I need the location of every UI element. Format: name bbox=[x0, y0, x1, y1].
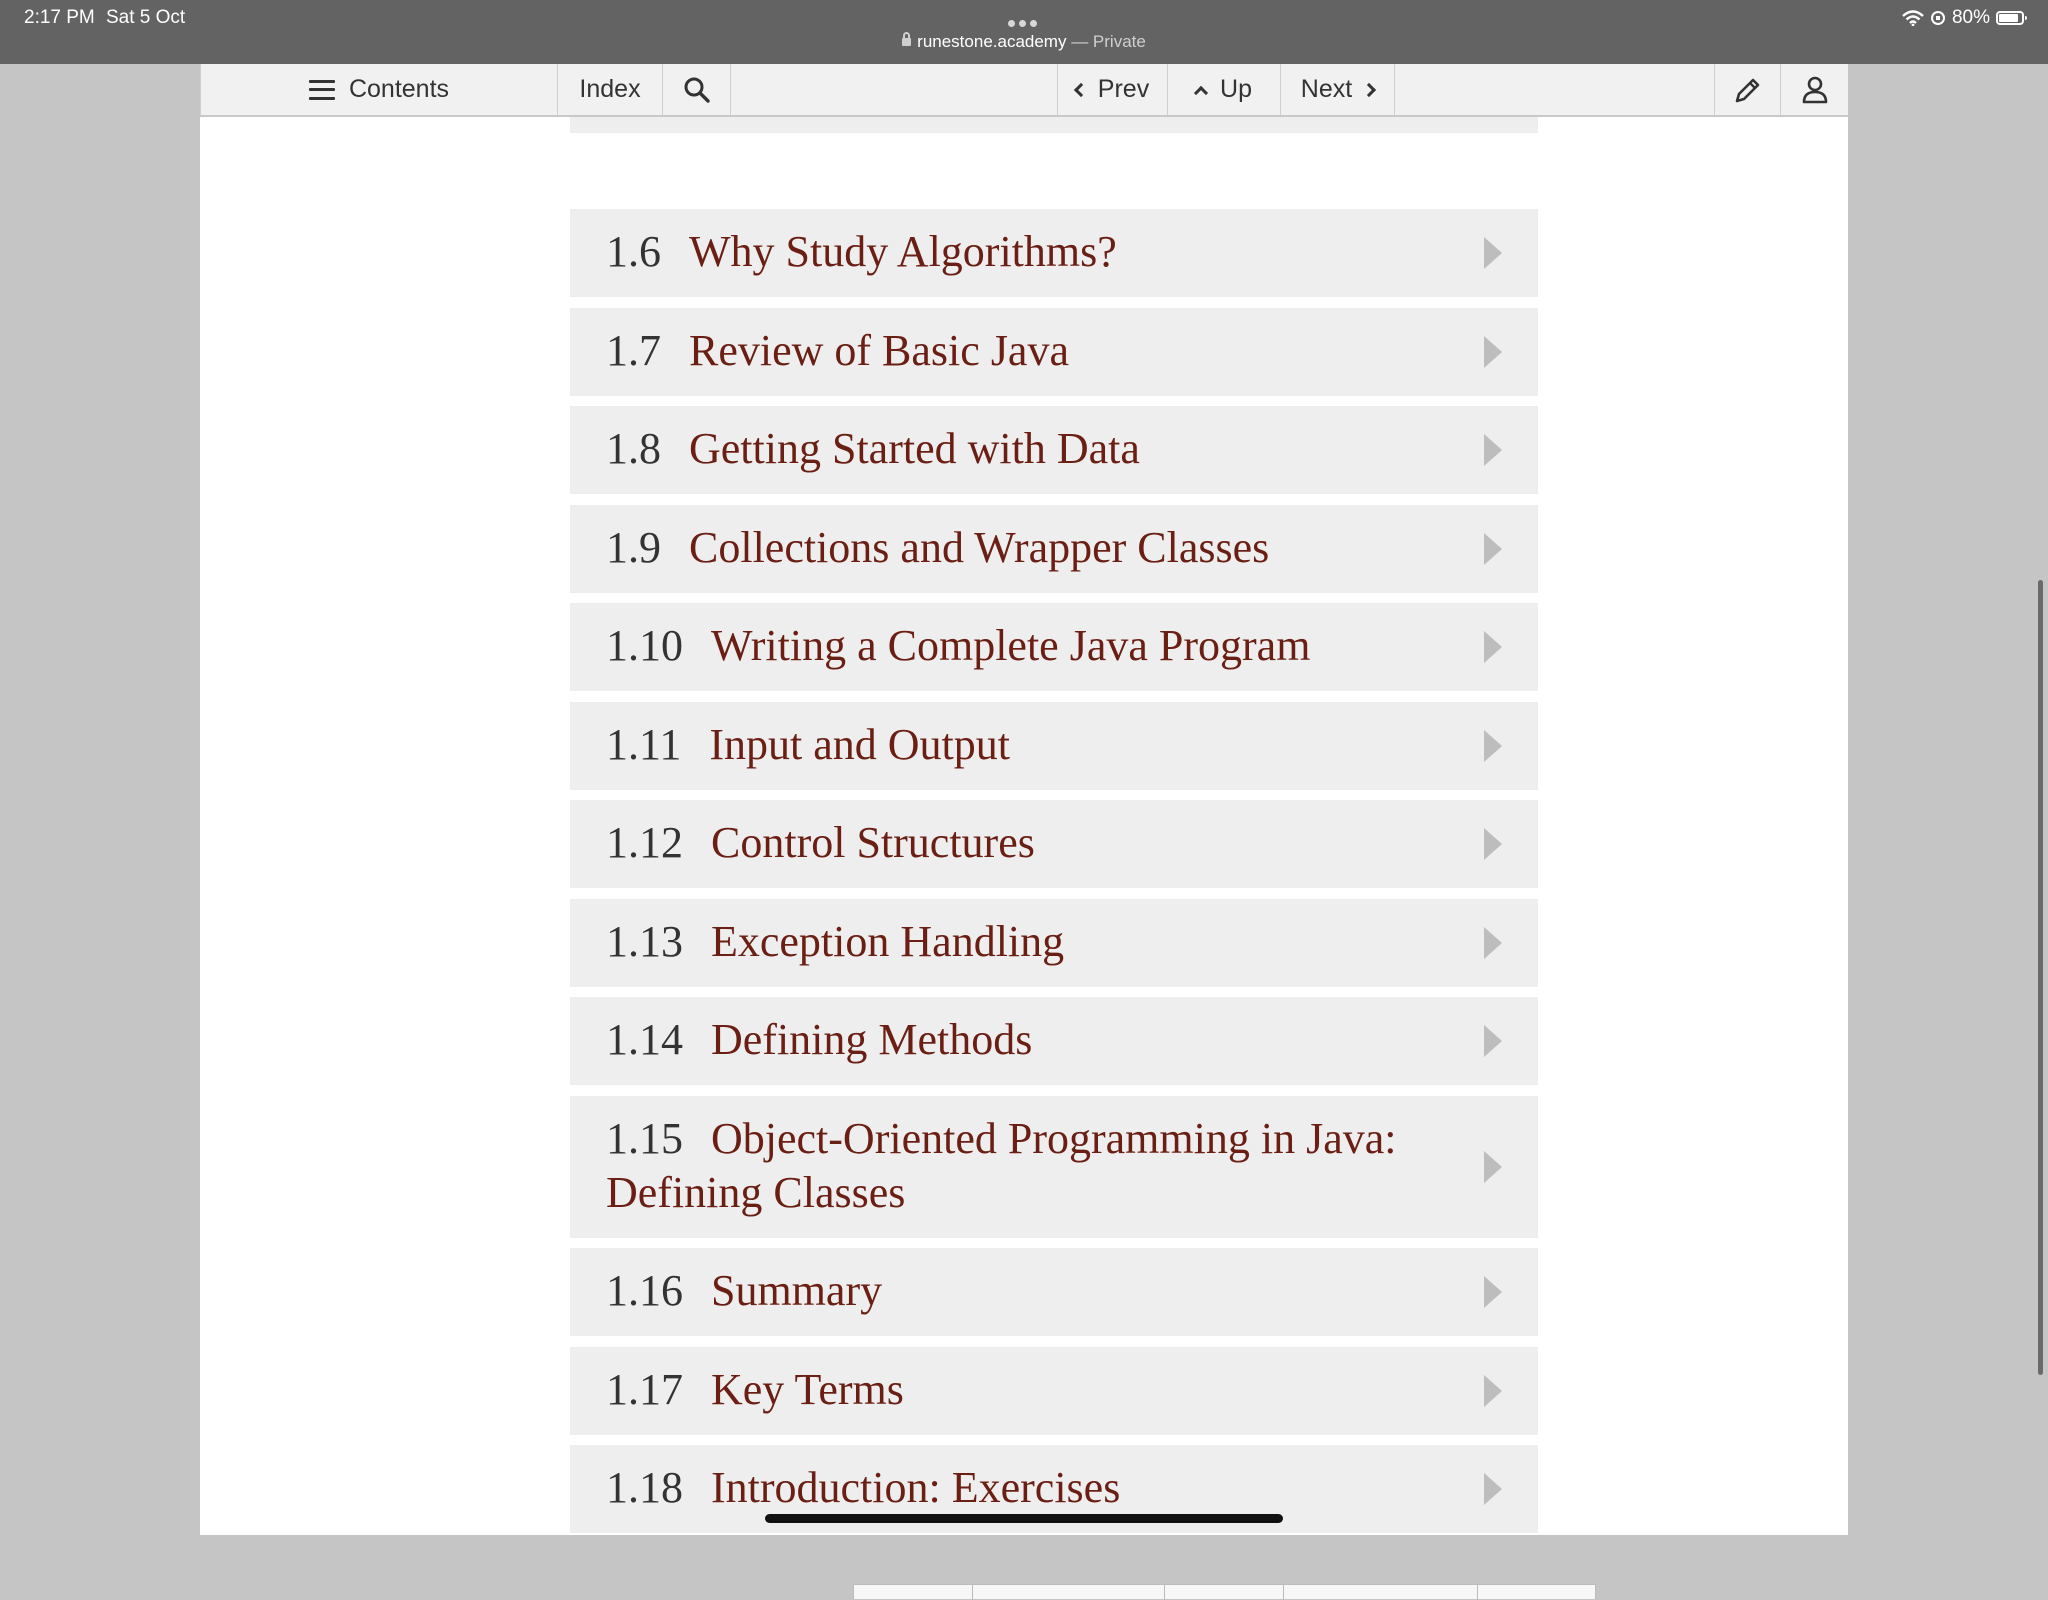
orientation-lock-icon bbox=[1930, 11, 1945, 25]
up-button[interactable]: Up bbox=[1168, 64, 1281, 115]
url-text: runestone.academy bbox=[917, 32, 1067, 51]
search-button[interactable] bbox=[663, 64, 731, 115]
user-icon bbox=[1802, 76, 1827, 103]
toc-item[interactable]: 1.10 Writing a Complete Java Program bbox=[570, 603, 1538, 691]
toc-item-title[interactable]: Summary bbox=[711, 1266, 882, 1315]
scrollbar[interactable] bbox=[2038, 580, 2043, 1375]
next-label: Next bbox=[1300, 75, 1353, 103]
toc-item[interactable]: 1.12 Control Structures bbox=[570, 800, 1538, 888]
chevron-left-icon bbox=[1073, 82, 1088, 97]
prev-label: Prev bbox=[1097, 75, 1150, 103]
book-toolbar: Contents Index Prev Up Next bbox=[200, 64, 1848, 117]
user-button[interactable] bbox=[1781, 64, 1848, 115]
expand-arrow-icon[interactable] bbox=[1484, 434, 1502, 466]
expand-arrow-icon[interactable] bbox=[1484, 336, 1502, 368]
expand-arrow-icon[interactable] bbox=[1484, 1276, 1502, 1308]
expand-arrow-icon[interactable] bbox=[1484, 631, 1502, 663]
expand-arrow-icon[interactable] bbox=[1484, 1375, 1502, 1407]
expand-arrow-icon[interactable] bbox=[1484, 828, 1502, 860]
toc-item[interactable]: 1.16 Summary bbox=[570, 1248, 1538, 1336]
toc-item[interactable]: 1.9 Collections and Wrapper Classes bbox=[570, 505, 1538, 593]
toc-item-number: 1.18 bbox=[606, 1463, 683, 1512]
toc-item-title[interactable]: Defining Methods bbox=[711, 1015, 1032, 1064]
toc-item-number: 1.6 bbox=[606, 227, 661, 276]
expand-arrow-icon[interactable] bbox=[1484, 1025, 1502, 1057]
toc-item[interactable]: 1.13 Exception Handling bbox=[570, 899, 1538, 987]
toc-item[interactable]: 1.15 Object-Oriented Programming in Java:… bbox=[570, 1096, 1538, 1238]
lock-icon bbox=[902, 32, 912, 46]
wifi-icon bbox=[1902, 10, 1924, 26]
toc-item[interactable]: 1.6 Why Study Algorithms? bbox=[570, 209, 1538, 297]
battery-icon bbox=[1996, 11, 2027, 25]
chevron-up-icon bbox=[1193, 85, 1209, 100]
address-bar[interactable]: runestone.academy — Private bbox=[0, 32, 2048, 52]
toc-item-number: 1.9 bbox=[606, 523, 661, 572]
toc-item-number: 1.11 bbox=[606, 720, 682, 769]
toc-item-number: 1.12 bbox=[606, 818, 683, 867]
toc-item-title[interactable]: Why Study Algorithms? bbox=[689, 227, 1117, 276]
home-indicator[interactable] bbox=[765, 1514, 1283, 1523]
status-indicators: 80% bbox=[1902, 6, 2027, 30]
expand-arrow-icon[interactable] bbox=[1484, 533, 1502, 565]
hamburger-icon bbox=[308, 79, 335, 100]
contents-button[interactable]: Contents bbox=[200, 64, 558, 115]
toc-item-title[interactable]: Key Terms bbox=[711, 1365, 904, 1414]
index-label: Index bbox=[579, 75, 641, 103]
status-time: 2:17 PM bbox=[24, 7, 95, 28]
expand-arrow-icon[interactable] bbox=[1484, 1151, 1502, 1183]
index-button[interactable]: Index bbox=[558, 64, 663, 115]
bottom-navigation-partial bbox=[853, 1584, 1596, 1600]
toc-item-number: 1.15 bbox=[606, 1114, 683, 1163]
toc-item-title[interactable]: Input and Output bbox=[709, 720, 1010, 769]
prev-button[interactable]: Prev bbox=[1057, 64, 1168, 115]
search-icon bbox=[684, 77, 710, 103]
toc-item[interactable]: 1.14 Defining Methods bbox=[570, 997, 1538, 1085]
private-label: — Private bbox=[1066, 32, 1146, 51]
expand-arrow-icon[interactable] bbox=[1484, 730, 1502, 762]
status-date: Sat 5 Oct bbox=[106, 7, 186, 28]
next-button[interactable]: Next bbox=[1281, 64, 1395, 115]
toc-item-number: 1.16 bbox=[606, 1266, 683, 1315]
more-dots-icon[interactable] bbox=[1008, 12, 1042, 27]
toc-item[interactable]: 1.7 Review of Basic Java bbox=[570, 308, 1538, 396]
status-bar: 2:17 PM Sat 5 Oct runestone.academy — Pr… bbox=[0, 0, 2048, 64]
battery-percent: 80% bbox=[1951, 7, 1990, 28]
toc-item-number: 1.14 bbox=[606, 1015, 683, 1064]
chevron-right-icon bbox=[1362, 82, 1377, 97]
toc-item-title[interactable]: Review of Basic Java bbox=[689, 326, 1069, 375]
toc-item-number: 1.7 bbox=[606, 326, 661, 375]
toc-item-number: 1.17 bbox=[606, 1365, 683, 1414]
edit-button[interactable] bbox=[1714, 64, 1781, 115]
up-label: Up bbox=[1220, 75, 1252, 103]
toc-item-title[interactable]: Introduction: Exercises bbox=[711, 1463, 1120, 1512]
toc-item-number: 1.13 bbox=[606, 917, 683, 966]
contents-label: Contents bbox=[348, 75, 450, 103]
toc-item[interactable]: 1.17 Key Terms bbox=[570, 1347, 1538, 1435]
toc-item-title[interactable]: Getting Started with Data bbox=[689, 424, 1140, 473]
toc-item-title[interactable]: Writing a Complete Java Program bbox=[711, 621, 1310, 670]
toc-item-title[interactable]: Exception Handling bbox=[711, 917, 1064, 966]
toc-item-title[interactable]: Control Structures bbox=[711, 818, 1035, 867]
toc-item-partial bbox=[570, 117, 1538, 133]
toc-item-number: 1.10 bbox=[606, 621, 683, 670]
toc-item[interactable]: 1.11 Input and Output bbox=[570, 702, 1538, 790]
expand-arrow-icon[interactable] bbox=[1484, 927, 1502, 959]
pencil-icon bbox=[1735, 78, 1759, 102]
toc-item-title[interactable]: Collections and Wrapper Classes bbox=[689, 523, 1269, 572]
book-page: Contents Index Prev Up Next 1.6 Why Stud… bbox=[200, 64, 1848, 1600]
toc-item-number: 1.8 bbox=[606, 424, 661, 473]
expand-arrow-icon[interactable] bbox=[1484, 237, 1502, 269]
toc-item-title[interactable]: Object-Oriented Programming in Java: Def… bbox=[606, 1114, 1396, 1217]
toc-item[interactable]: 1.8 Getting Started with Data bbox=[570, 406, 1538, 494]
expand-arrow-icon[interactable] bbox=[1484, 1473, 1502, 1505]
